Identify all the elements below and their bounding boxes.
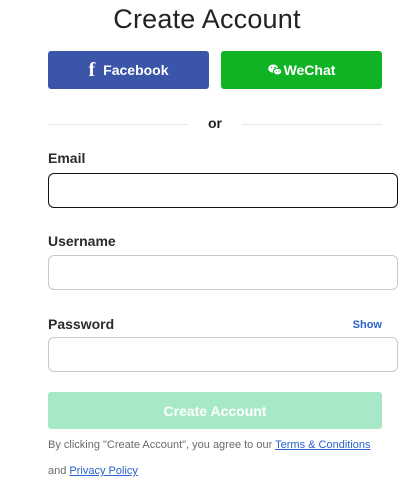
show-password-toggle[interactable]: Show — [353, 319, 382, 331]
page-title: Create Account — [113, 4, 301, 34]
wechat-icon — [267, 64, 282, 76]
password-label: Password — [48, 316, 115, 332]
username-field[interactable] — [48, 255, 398, 290]
divider-line-right — [242, 124, 382, 125]
divider-text: or — [208, 115, 222, 131]
wechat-button-label: WeChat — [283, 62, 336, 78]
facebook-icon: f — [88, 59, 96, 81]
create-account-button[interactable]: Create Account — [48, 392, 382, 429]
facebook-button[interactable]: f Facebook — [48, 51, 209, 89]
facebook-button-label: Facebook — [103, 62, 169, 78]
terms-notice: By clicking "Create Account", you agree … — [48, 432, 378, 484]
privacy-policy-link[interactable]: Privacy Policy — [69, 465, 137, 477]
username-label: Username — [48, 233, 116, 249]
password-field[interactable] — [48, 337, 398, 372]
email-field[interactable] — [48, 173, 398, 208]
or-divider: or — [48, 115, 382, 133]
terms-link[interactable]: Terms & Conditions — [275, 439, 370, 451]
terms-and: and — [48, 465, 70, 477]
terms-prefix: By clicking "Create Account", you agree … — [48, 439, 276, 451]
wechat-button[interactable]: WeChat — [221, 51, 382, 89]
email-label: Email — [48, 150, 86, 166]
